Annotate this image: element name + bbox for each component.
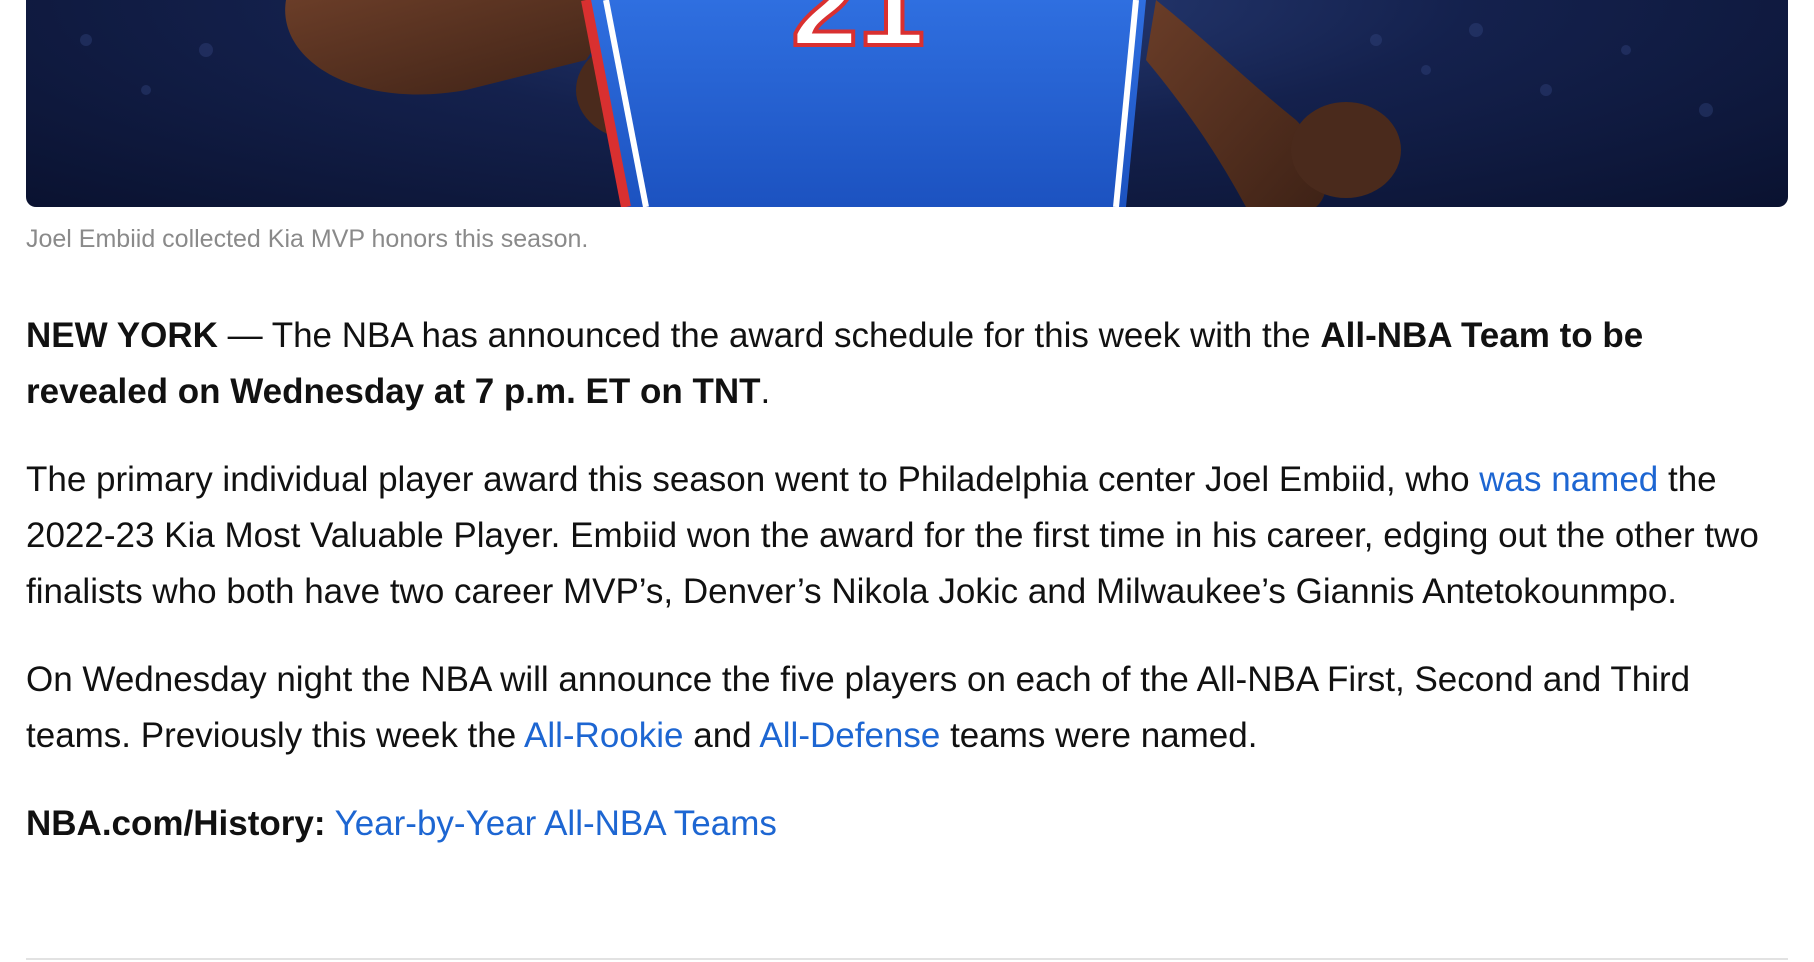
paragraph-3-and: and [683, 715, 760, 755]
image-caption: Joel Embiid collected Kia MVP honors thi… [26, 225, 589, 253]
history-label: NBA.com/History: [26, 803, 326, 843]
history-line: NBA.com/History: Year-by-Year All-NBA Te… [26, 796, 1788, 852]
paragraph-2: The primary individual player award this… [26, 452, 1788, 620]
paragraph-3: On Wednesday night the NBA will announce… [26, 652, 1788, 764]
paragraph-1-end: . [760, 371, 771, 411]
paragraph-1-text: — The NBA has announced the award schedu… [217, 315, 1321, 355]
dateline: NEW YORK [26, 315, 218, 355]
paragraph-1: NEW YORK — The NBA has announced the awa… [26, 308, 1788, 420]
year-by-year-all-nba-link[interactable]: Year-by-Year All-NBA Teams [335, 804, 777, 843]
paragraph-3-end: teams were named. [940, 715, 1258, 755]
all-defense-link[interactable]: All-Defense [759, 716, 940, 755]
section-divider [26, 958, 1788, 960]
paragraph-2-text: The primary individual player award this… [26, 459, 1480, 499]
article-body: NEW YORK — The NBA has announced the awa… [26, 308, 1788, 852]
hero-image: 21 [26, 0, 1788, 207]
article: 21 Joel Embiid collected Kia MVP honors … [26, 0, 1788, 887]
jersey-number: 21 [791, 0, 924, 71]
was-named-link[interactable]: was named [1479, 460, 1658, 499]
all-rookie-link[interactable]: All-Rookie [524, 716, 684, 755]
hero-photo-illustration: 21 [80, 0, 1713, 207]
